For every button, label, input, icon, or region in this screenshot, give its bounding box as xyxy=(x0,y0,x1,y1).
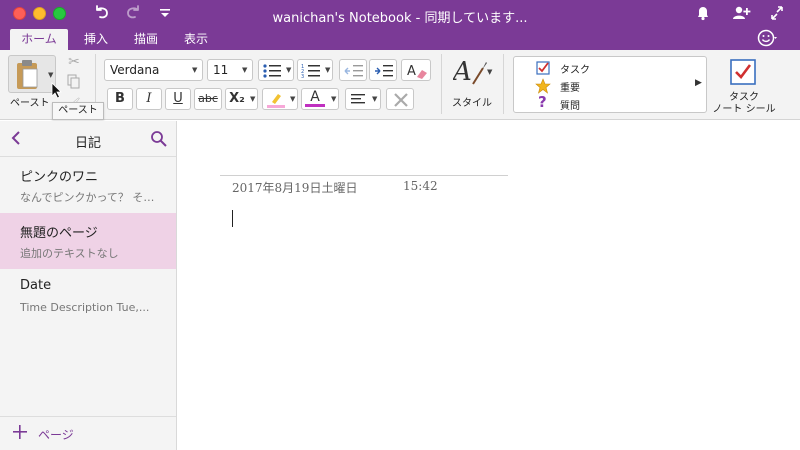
delete-button[interactable] xyxy=(386,88,414,110)
page-preview: Time Description Tue,... xyxy=(20,301,150,314)
tag-label-task: タスク xyxy=(560,65,590,76)
page-list-sidebar: 日記 ピンクのワニ なんでピンクかって？ そ… 無題のページ 追加のテキストなし… xyxy=(0,121,177,450)
add-person-icon[interactable] xyxy=(731,4,751,27)
add-page-button[interactable]: ページ xyxy=(0,416,176,450)
paragraph-align-button[interactable]: ▼ xyxy=(345,88,381,110)
svg-text:A: A xyxy=(453,57,472,87)
tags-gallery: タスク 重要 ? 質問 ▶ xyxy=(513,56,707,113)
page-title: Date xyxy=(20,278,52,293)
title-bar: wanichan's Notebook - 同期しています... xyxy=(0,0,800,29)
bold-button[interactable]: B xyxy=(107,88,133,110)
tab-insert[interactable]: 挿入 xyxy=(76,29,116,50)
tags-more-arrow-icon[interactable]: ▶ xyxy=(695,78,702,88)
tag-label-important: 重要 xyxy=(560,83,580,94)
underline-button[interactable]: U xyxy=(165,88,191,110)
text-cursor xyxy=(232,210,233,227)
highlight-dropdown-icon[interactable]: ▼ xyxy=(290,89,295,109)
styles-label: スタイル xyxy=(452,98,492,109)
mouse-cursor-icon xyxy=(51,82,62,99)
font-color-dropdown-icon[interactable]: ▼ xyxy=(331,89,336,109)
page-list-item[interactable]: ピンクのワニ なんでピンクかって？ そ… xyxy=(0,157,176,213)
subscript-dropdown-icon[interactable]: ▼ xyxy=(250,89,255,109)
bullet-list-button[interactable]: ▼ xyxy=(258,59,294,81)
numbered-list-button[interactable]: 1 2 3 ▼ xyxy=(297,59,333,81)
search-icon[interactable] xyxy=(150,130,168,151)
ribbon-tabs: ホーム 挿入 描画 表示 xyxy=(0,29,800,50)
decrease-indent-button[interactable] xyxy=(339,59,367,81)
title-underline xyxy=(220,175,508,176)
tab-view[interactable]: 表示 xyxy=(176,29,216,50)
font-name-dropdown-icon[interactable]: ▼ xyxy=(192,60,197,80)
increase-indent-button[interactable] xyxy=(369,59,397,81)
paste-tooltip: ペースト xyxy=(52,102,104,120)
page-title: 無題のページ xyxy=(20,226,98,241)
font-name-select[interactable]: Verdana ▼ xyxy=(104,59,203,81)
subscript-button[interactable]: X₂ ▼ xyxy=(225,88,258,110)
paste-label: ペースト xyxy=(10,98,50,109)
italic-button[interactable]: I xyxy=(136,88,162,110)
font-size-value: 11 xyxy=(213,63,229,77)
page-preview: 追加のテキストなし xyxy=(20,247,119,260)
window-title: wanichan's Notebook - 同期しています... xyxy=(272,11,528,26)
font-name-value: Verdana xyxy=(110,63,160,77)
svg-text:A: A xyxy=(407,64,416,79)
expand-window-icon[interactable] xyxy=(769,4,785,27)
styles-dropdown-icon[interactable]: ▼ xyxy=(487,62,492,82)
svg-text:3: 3 xyxy=(301,74,304,79)
outlook-task-label-2: ノート シール xyxy=(712,104,776,115)
notification-bell-icon[interactable] xyxy=(695,4,711,27)
align-dropdown-icon[interactable]: ▼ xyxy=(372,89,377,109)
font-color-button[interactable]: A ▼ xyxy=(301,88,339,110)
plus-icon xyxy=(12,424,28,443)
cut-icon[interactable]: ✂ xyxy=(66,52,82,72)
question-icon: ? xyxy=(538,93,547,111)
tag-label-question: 質問 xyxy=(560,101,580,112)
note-time: 15:42 xyxy=(403,179,438,193)
font-size-dropdown-icon[interactable]: ▼ xyxy=(242,60,247,80)
tab-home[interactable]: ホーム xyxy=(10,29,68,50)
bullet-dropdown-icon[interactable]: ▼ xyxy=(286,60,291,80)
page-title: ピンクのワニ xyxy=(20,170,99,185)
page-list-item[interactable]: Date Time Description Tue,... xyxy=(0,269,176,325)
tab-draw[interactable]: 描画 xyxy=(126,29,166,50)
outlook-task-button[interactable]: タスク ノート シール xyxy=(710,56,778,118)
note-canvas[interactable]: 2017年8月19日土曜日 15:42 xyxy=(178,121,800,450)
clear-formatting-button[interactable]: A xyxy=(401,59,431,81)
font-size-select[interactable]: 11 ▼ xyxy=(207,59,253,81)
ribbon: ▼ ペースト ✂ 🖌 Verdana ▼ 11 ▼ ▼ 1 2 3 ▼ xyxy=(0,50,800,120)
page-list-item-selected[interactable]: 無題のページ 追加のテキストなし xyxy=(0,213,176,269)
add-page-label: ページ xyxy=(38,428,74,442)
strikethrough-button[interactable]: abc xyxy=(194,88,222,110)
styles-button[interactable]: A ▼ スタイル xyxy=(449,54,495,116)
numbering-dropdown-icon[interactable]: ▼ xyxy=(325,60,330,80)
font-color-swatch xyxy=(305,104,325,107)
section-header: 日記 xyxy=(0,121,176,157)
page-preview: なんでピンクかって？ そ… xyxy=(20,191,155,204)
note-date: 2017年8月19日土曜日 xyxy=(232,181,358,195)
paste-button[interactable]: ▼ xyxy=(8,55,56,93)
highlight-button[interactable]: ▼ xyxy=(262,88,298,110)
outlook-task-label-1: タスク xyxy=(729,92,759,103)
